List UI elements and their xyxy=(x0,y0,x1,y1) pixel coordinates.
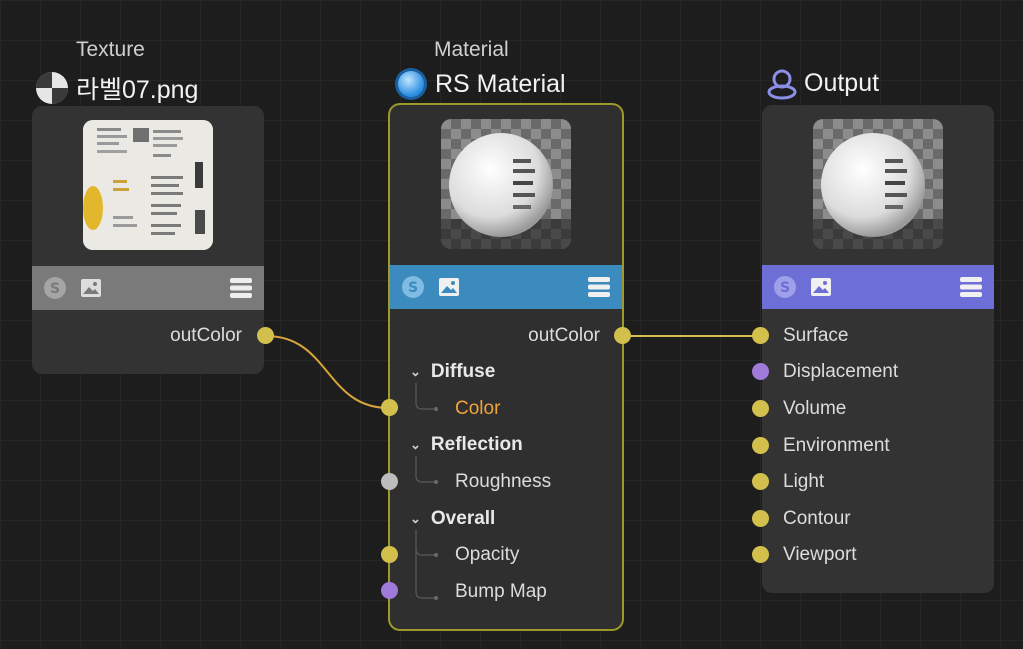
material-color-input-port[interactable] xyxy=(381,399,398,416)
material-node[interactable]: S outColor ⌄ Diffuse Color ⌄ Reflection … xyxy=(390,105,622,629)
output-displacement-port[interactable] xyxy=(752,363,769,380)
input-displacement-label: Displacement xyxy=(783,361,899,382)
material-sphere-icon xyxy=(395,68,427,100)
svg-text:S: S xyxy=(50,281,60,297)
texture-node[interactable]: S outColor xyxy=(32,106,264,374)
wire-texture-to-color[interactable] xyxy=(265,335,390,409)
menu-icon[interactable] xyxy=(228,275,254,301)
menu-icon[interactable] xyxy=(958,274,984,300)
output-volume-port[interactable] xyxy=(752,400,769,417)
texture-title-label: 라벨07.png xyxy=(76,76,199,104)
texture-node-type: Texture xyxy=(76,38,145,61)
output-input-viewport[interactable]: Viewport xyxy=(783,543,857,567)
output-input-light[interactable]: Light xyxy=(783,470,824,494)
texture-output-port-row: outColor xyxy=(170,324,242,348)
texture-thumbnail xyxy=(83,120,213,250)
texture-toolbar: S xyxy=(32,266,264,310)
tree-guide-lines xyxy=(415,383,438,600)
input-environment-label: Environment xyxy=(783,435,890,456)
svg-text:S: S xyxy=(780,280,790,296)
input-volume-label: Volume xyxy=(783,398,847,419)
material-title-label: RS Material xyxy=(435,69,566,98)
output-preview-thumbnail xyxy=(813,119,943,249)
input-contour-label: Contour xyxy=(783,508,851,529)
output-input-contour[interactable]: Contour xyxy=(783,507,851,531)
material-bump-map-input-port[interactable] xyxy=(381,582,398,599)
solo-icon[interactable]: S xyxy=(772,274,798,300)
texture-output-label: outColor xyxy=(170,325,242,346)
output-input-volume[interactable]: Volume xyxy=(783,397,846,421)
output-input-surface[interactable]: Surface xyxy=(783,324,848,348)
output-node[interactable]: S Surface Displacement Volume Environmen… xyxy=(762,105,994,593)
material-node-title[interactable]: RS Material xyxy=(393,66,566,102)
output-input-displacement[interactable]: Displacement xyxy=(783,360,898,384)
image-preview-icon[interactable] xyxy=(78,275,104,301)
input-viewport-label: Viewport xyxy=(783,544,857,565)
output-icon xyxy=(767,69,797,100)
output-title-label: Output xyxy=(804,68,880,97)
output-input-environment[interactable]: Environment xyxy=(783,434,890,458)
material-roughness-input-port[interactable] xyxy=(381,473,398,490)
texture-node-title[interactable]: 라벨07.png xyxy=(34,70,198,106)
material-node-type: Material xyxy=(434,38,509,61)
output-contour-port[interactable] xyxy=(752,510,769,527)
output-toolbar: S xyxy=(762,265,994,309)
input-light-label: Light xyxy=(783,471,825,492)
texture-out-color-port[interactable] xyxy=(257,327,274,344)
output-node-title[interactable]: Output xyxy=(766,66,879,100)
texture-sphere-icon xyxy=(36,72,68,104)
output-surface-port[interactable] xyxy=(752,327,769,344)
solo-icon[interactable]: S xyxy=(42,275,68,301)
output-environment-port[interactable] xyxy=(752,437,769,454)
image-preview-icon[interactable] xyxy=(808,274,834,300)
material-opacity-input-port[interactable] xyxy=(381,546,398,563)
output-viewport-port[interactable] xyxy=(752,546,769,563)
input-surface-label: Surface xyxy=(783,325,849,346)
material-out-color-port[interactable] xyxy=(614,327,631,344)
output-light-port[interactable] xyxy=(752,473,769,490)
